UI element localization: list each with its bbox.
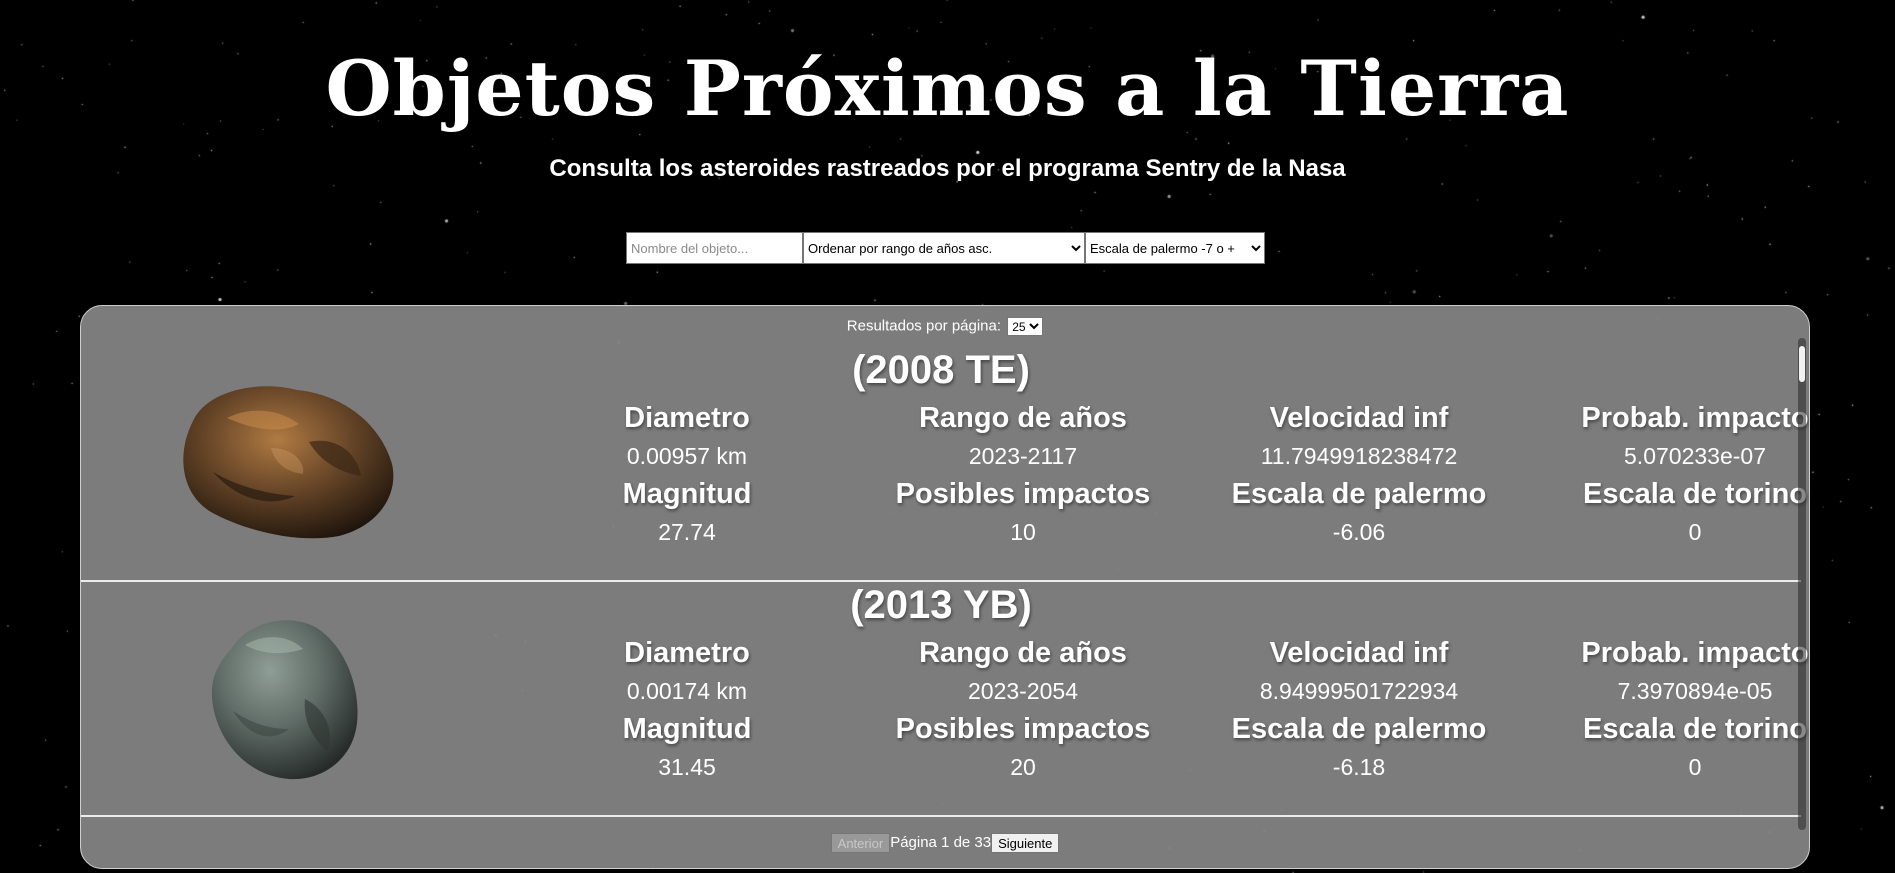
diameter-field: Diametro 0.00174 km (517, 633, 857, 709)
asteroid-gray-image (211, 620, 358, 780)
search-input[interactable] (626, 232, 803, 264)
asteroid-brown-image (183, 386, 394, 539)
years-field: Rango de años 2023-2054 (853, 633, 1193, 709)
palermo-label: Escala de palermo (1231, 713, 1487, 745)
years-field: Rango de años 2023-2117 (853, 398, 1193, 474)
magnitude-label: Magnitud (622, 478, 752, 510)
palermo-filter-select[interactable]: Escala de palermo -7 o + (1085, 232, 1265, 264)
torino-label: Escala de torino (1582, 713, 1807, 745)
impacts-field: Posibles impactos 20 (853, 709, 1193, 785)
years-value: 2023-2117 (968, 443, 1078, 469)
years-label: Rango de años (919, 637, 1127, 669)
card-divider (81, 815, 1801, 817)
diameter-value: 0.00174 km (626, 678, 748, 704)
probability-value: 5.070233e-07 (1624, 443, 1766, 469)
velocity-value: 11.7949918238472 (1260, 443, 1458, 469)
asteroid-name: (2013 YB) (850, 583, 1032, 627)
card-divider (81, 580, 1801, 582)
palermo-field: Escala de palermo -6.18 (1189, 709, 1529, 785)
prev-page-button[interactable]: Anterior (830, 833, 891, 853)
palermo-value: -6.18 (1332, 754, 1386, 780)
page-indicator: Página 1 de 33 (890, 833, 992, 851)
years-value: 2023-2054 (968, 678, 1078, 704)
probability-field: Probab. impacto 5.070233e-07 (1525, 398, 1809, 474)
velocity-value: 8.94999501722934 (1259, 678, 1459, 704)
diameter-label: Diametro (624, 402, 750, 434)
order-select[interactable]: Ordenar por rango de años asc. (803, 232, 1085, 264)
diameter-label: Diametro (624, 637, 750, 669)
page: Objetos Próximos a la Tierra Consulta lo… (0, 0, 1895, 873)
probability-field: Probab. impacto 7.3970894e-05 (1525, 633, 1809, 709)
impacts-label: Posibles impactos (895, 713, 1151, 745)
per-page-select[interactable]: 25 (1007, 317, 1044, 336)
asteroid-card[interactable]: (2013 YB) Diametro 0.00174 km Rango de a… (81, 583, 1809, 817)
impacts-field: Posibles impactos 10 (853, 474, 1193, 550)
page-title: Objetos Próximos a la Tierra (325, 44, 1570, 133)
magnitude-field: Magnitud 27.74 (517, 474, 857, 550)
per-page-control: Resultados por página: 25 (81, 317, 1809, 336)
probability-label: Probab. impacto (1581, 637, 1809, 669)
torino-label: Escala de torino (1582, 478, 1807, 510)
torino-value: 0 (1688, 519, 1702, 545)
years-label: Rango de años (919, 402, 1127, 434)
palermo-field: Escala de palermo -6.06 (1189, 474, 1529, 550)
page-subtitle: Consulta los asteroides rastreados por e… (549, 155, 1346, 182)
velocity-label: Velocidad inf (1269, 637, 1449, 669)
results-scrollbar[interactable] (1798, 338, 1806, 830)
probability-value: 7.3970894e-05 (1617, 678, 1773, 704)
impacts-value: 10 (1010, 519, 1036, 545)
magnitude-value: 31.45 (658, 754, 716, 780)
pagination: Anterior Página 1 de 33 Siguiente (81, 833, 1809, 853)
diameter-field: Diametro 0.00957 km (517, 398, 857, 474)
scrollbar-thumb[interactable] (1799, 346, 1805, 382)
torino-value: 0 (1688, 754, 1702, 780)
torino-field: Escala de torino 0 (1525, 474, 1809, 550)
per-page-label: Resultados por página: (846, 317, 1002, 335)
asteroid-name: (2008 TE) (852, 348, 1030, 392)
diameter-value: 0.00957 km (626, 443, 748, 469)
magnitude-field: Magnitud 31.45 (517, 709, 857, 785)
velocity-field: Velocidad inf 11.7949918238472 (1189, 398, 1529, 474)
next-page-button[interactable]: Siguiente (991, 833, 1060, 853)
magnitude-value: 27.74 (658, 519, 716, 545)
asteroid-card[interactable]: (2008 TE) Diametro 0.00957 km Rango de a… (81, 348, 1809, 582)
probability-label: Probab. impacto (1581, 402, 1809, 434)
impacts-label: Posibles impactos (895, 478, 1151, 510)
torino-field: Escala de torino 0 (1525, 709, 1809, 785)
filter-bar: Ordenar por rango de años asc. Escala de… (626, 232, 1265, 264)
velocity-label: Velocidad inf (1269, 402, 1449, 434)
velocity-field: Velocidad inf 8.94999501722934 (1189, 633, 1529, 709)
palermo-value: -6.06 (1332, 519, 1386, 545)
impacts-value: 20 (1010, 754, 1036, 780)
results-panel: Resultados por página: 25 (2008 TE) Diam… (80, 305, 1810, 869)
palermo-label: Escala de palermo (1231, 478, 1487, 510)
magnitude-label: Magnitud (622, 713, 752, 745)
